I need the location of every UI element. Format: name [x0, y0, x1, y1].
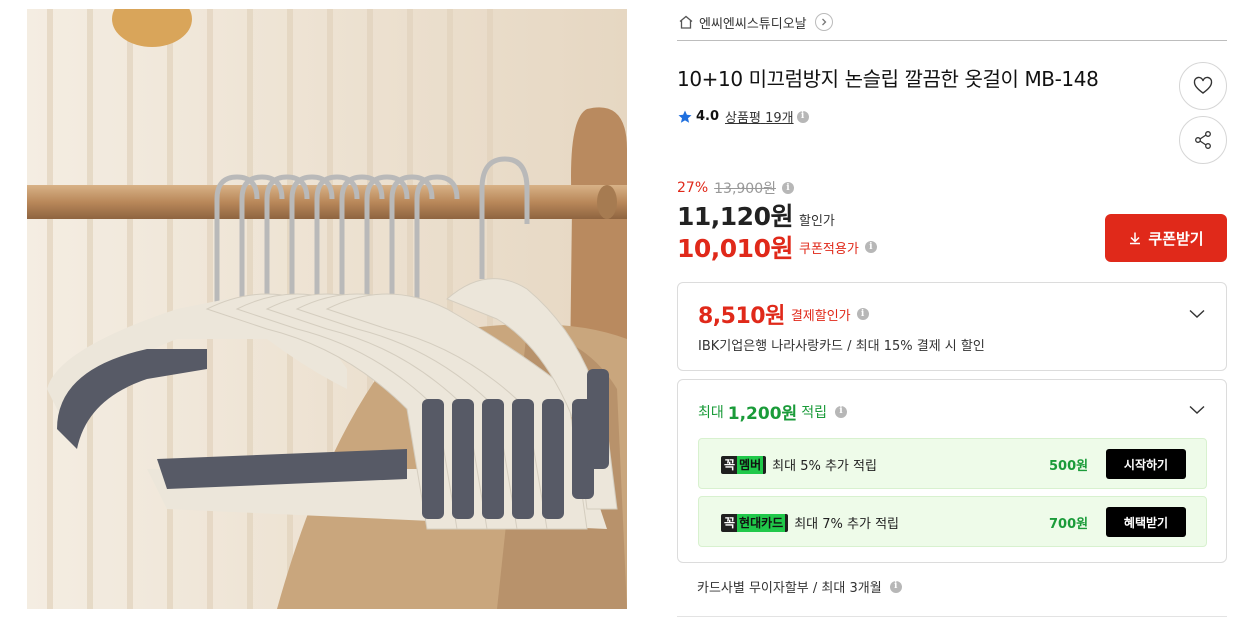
sale-price-label: 할인가: [798, 214, 835, 229]
points-header: 최대 1,200원 적립 i: [698, 399, 847, 424]
points-prefix: 최대: [698, 404, 724, 421]
share-button[interactable]: [1179, 116, 1227, 164]
home-icon: [677, 13, 695, 31]
sale-price-row: 11,120원 할인가: [677, 197, 835, 233]
star-icon: [678, 110, 692, 123]
rating-row: 4.0 상품평 19개 i: [677, 107, 809, 126]
start-membership-button[interactable]: 시작하기: [1106, 449, 1186, 479]
download-icon: [1130, 232, 1141, 245]
badge-name: 현대카드: [737, 513, 786, 532]
reward-badge: 꼭 멤버: [721, 455, 767, 474]
review-count: 19개: [765, 111, 794, 126]
info-icon[interactable]: i: [889, 580, 902, 593]
reward-text: 최대 7% 추가 적립: [794, 517, 899, 532]
coupon-price-label: 쿠폰적용가: [798, 241, 859, 257]
card-discount-header: 8,510원 결제할인가 i: [698, 298, 869, 330]
badge-name: 멤버: [737, 455, 764, 474]
share-icon: [1195, 131, 1211, 149]
chevron-down-icon[interactable]: [1188, 305, 1206, 323]
info-icon[interactable]: i: [856, 308, 869, 320]
divider: [677, 616, 1227, 617]
original-price: 13,900원: [714, 181, 776, 197]
divider: [677, 40, 1227, 41]
get-benefit-button[interactable]: 혜택받기: [1106, 507, 1186, 537]
reward-row-hyundai-card: 꼭 현대카드 최대 7% 추가 적립 700원 혜택받기: [698, 496, 1207, 547]
hanger-illustration: [27, 9, 627, 609]
card-discount-box[interactable]: 8,510원 결제할인가 i IBK기업은행 나라사랑카드 / 최대 15% 결…: [677, 282, 1227, 371]
reward-tag: 꼭 멤버 최대 5% 추가 적립: [721, 455, 877, 474]
discount-percent: 27%: [677, 180, 709, 196]
rating-score: 4.0: [696, 109, 720, 124]
installment-info: 카드사별 무이자할부 / 최대 3개월 i: [697, 577, 902, 596]
product-info-panel: 엔씨엔씨스튜디오날 10+10 미끄럼방지 논슬립 깔끔한 옷걸이 MB-148…: [677, 0, 1227, 621]
points-box: 최대 1,200원 적립 i 꼭 멤버 최대 5% 추가 적립 500원 시작하기…: [677, 379, 1227, 563]
chevron-right-icon[interactable]: [814, 13, 833, 31]
reward-badge: 꼭 현대카드: [721, 513, 789, 532]
sale-price: 11,120원: [677, 202, 793, 231]
reward-tag: 꼭 현대카드 최대 7% 추가 적립: [721, 513, 899, 532]
points-suffix: 적립: [801, 404, 827, 421]
coupon-price-row: 10,010원 쿠폰적용가 i: [677, 229, 877, 265]
info-icon[interactable]: i: [782, 182, 794, 194]
badge-prefix: 꼭: [724, 516, 736, 530]
installment-text: 카드사별 무이자할부 / 최대 3개월: [697, 581, 882, 596]
info-icon[interactable]: i: [864, 241, 877, 253]
reward-amount: 500원: [1049, 459, 1089, 474]
info-icon[interactable]: i: [796, 110, 809, 123]
review-link[interactable]: 상품평 19개: [725, 107, 794, 126]
coupon-price: 10,010원: [677, 234, 793, 263]
coupon-download-button[interactable]: 쿠폰받기: [1105, 214, 1227, 262]
card-discount-desc: IBK기업은행 나라사랑카드 / 최대 15% 결제 시 할인: [698, 339, 985, 354]
heart-icon: [1193, 76, 1213, 94]
reward-row-member: 꼭 멤버 최대 5% 추가 적립 500원 시작하기: [698, 438, 1207, 489]
product-title: 10+10 미끄럼방지 논슬립 깔끔한 옷걸이 MB-148: [677, 67, 1099, 91]
coupon-button-label: 쿠폰받기: [1148, 229, 1204, 248]
card-discount-price: 8,510원: [698, 304, 785, 329]
reward-text: 최대 5% 추가 적립: [772, 459, 877, 474]
wishlist-button[interactable]: [1179, 62, 1227, 110]
card-discount-label: 결제할인가: [790, 308, 851, 324]
info-icon[interactable]: i: [834, 405, 847, 418]
original-price-row: 27% 13,900원 i: [677, 178, 794, 198]
review-label: 상품평: [725, 111, 761, 126]
store-breadcrumb[interactable]: 엔씨엔씨스튜디오날: [677, 11, 833, 33]
badge-prefix: 꼭: [724, 458, 736, 472]
reward-amount: 700원: [1049, 517, 1089, 532]
points-amount: 1,200원: [727, 404, 798, 424]
product-image[interactable]: [27, 9, 627, 609]
chevron-down-icon[interactable]: [1188, 401, 1206, 419]
store-name[interactable]: 엔씨엔씨스튜디오날: [699, 13, 807, 32]
